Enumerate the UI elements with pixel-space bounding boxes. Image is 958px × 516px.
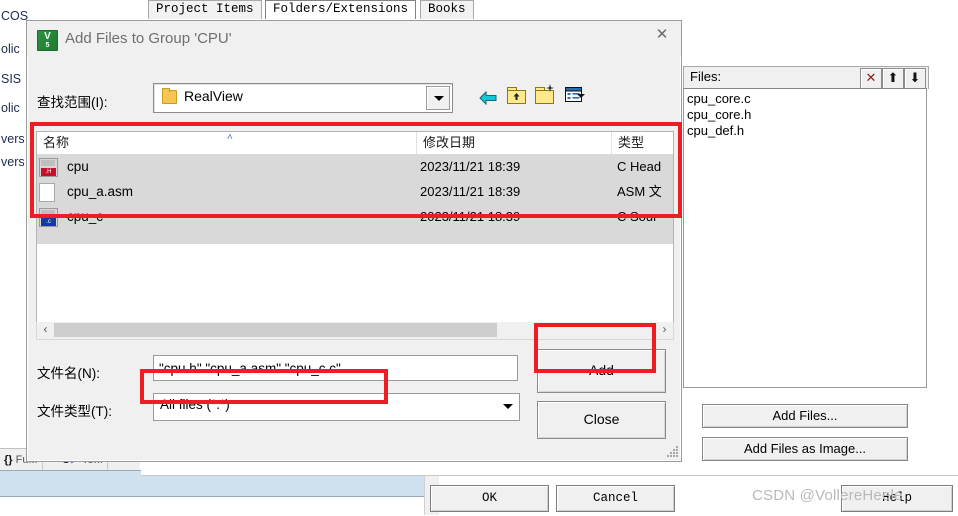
file-list-header: 名称 修改日期 类型 ˄ [37, 132, 673, 155]
footer-separator [141, 475, 958, 476]
dialog-titlebar[interactable]: V5 Add Files to Group 'CPU' ✕ [27, 21, 681, 57]
scroll-left-icon[interactable]: ‹ [37, 322, 54, 337]
braces-icon: {} [4, 454, 13, 466]
file-type: C Sour [617, 209, 658, 224]
add-files-as-image-button[interactable]: Add Files as Image... [702, 437, 908, 461]
table-row[interactable]: .H cpu 2023/11/21 18:39 C Head [37, 154, 673, 179]
up-folder-icon[interactable] [507, 87, 526, 104]
filetype-value: All files (*.*) [160, 397, 230, 412]
chevron-down-icon[interactable] [426, 86, 450, 110]
tab-folders-extensions[interactable]: Folders/Extensions [265, 0, 417, 19]
file-list[interactable]: 名称 修改日期 类型 ˄ .H cpu 2023/11/21 18:39 C H… [36, 131, 674, 323]
list-item[interactable]: cpu_core.c [687, 91, 926, 107]
files-listbox[interactable]: cpu_core.c cpu_core.h cpu_def.h [683, 88, 927, 388]
close-button[interactable]: Close [537, 401, 666, 439]
column-header-date[interactable]: 修改日期 [417, 132, 612, 154]
file-list-rows[interactable]: .H cpu 2023/11/21 18:39 C Head cpu_a.asm… [37, 154, 673, 244]
back-arrow-icon[interactable] [479, 90, 497, 106]
ok-button[interactable]: OK [430, 485, 549, 512]
column-header-type[interactable]: 类型 [612, 132, 673, 154]
delete-file-icon[interactable]: ✕ [860, 68, 882, 89]
file-date: 2023/11/21 18:39 [420, 184, 521, 199]
list-item[interactable]: cpu_def.h [687, 123, 926, 139]
uvision-logo-icon: V5 [37, 30, 58, 51]
file-name: cpu_c [67, 209, 104, 224]
table-row[interactable]: cpu_a.asm 2023/11/21 18:39 ASM 文 [37, 179, 673, 204]
filename-label: 文件名(N): [37, 366, 100, 381]
add-files-dialog: V5 Add Files to Group 'CPU' ✕ 查找范围(I): R… [26, 20, 682, 462]
new-folder-icon[interactable] [535, 84, 554, 104]
table-row[interactable]: .c cpu_c 2023/11/21 18:39 C Sour [37, 204, 673, 229]
lookin-value: RealView [184, 88, 243, 104]
move-up-icon[interactable]: ⬆ [882, 68, 904, 89]
file-type-combo[interactable]: All files (*.*) [153, 393, 520, 421]
sort-ascending-icon: ˄ [227, 132, 233, 143]
files-label: Files: [690, 69, 722, 84]
project-items-tabstrip: Project Items Folders/Extensions Books [140, 0, 958, 19]
file-type: ASM 文 [617, 184, 662, 199]
add-files-button[interactable]: Add Files... [702, 404, 908, 428]
cancel-button[interactable]: Cancel [556, 485, 675, 512]
tab-project-items[interactable]: Project Items [148, 0, 262, 19]
watermark-text: CSDN @VollereHeele [752, 487, 903, 504]
move-down-icon[interactable]: ⬇ [904, 68, 926, 89]
views-icon[interactable] [565, 87, 585, 106]
tab-books[interactable]: Books [420, 0, 474, 19]
horizontal-scrollbar[interactable]: ‹ › [36, 322, 674, 340]
lookin-combobox[interactable]: RealView [153, 83, 453, 113]
filetype-label: 文件类型(T): [37, 404, 112, 419]
filename-input[interactable]: "cpu.h" "cpu_a.asm" "cpu_c.c" [153, 355, 518, 381]
file-date: 2023/11/21 18:39 [420, 209, 521, 224]
scrollbar-thumb[interactable] [54, 323, 497, 337]
chevron-down-icon[interactable] [497, 396, 517, 416]
add-button[interactable]: Add [537, 349, 666, 393]
resize-grip[interactable] [666, 446, 679, 459]
file-name: cpu_a.asm [67, 184, 134, 199]
dialog-title: Add Files to Group 'CPU' [65, 30, 232, 47]
file-type: C Head [617, 159, 662, 174]
close-icon[interactable]: ✕ [643, 21, 681, 49]
list-item[interactable]: cpu_core.h [687, 107, 926, 123]
file-name: cpu [67, 159, 89, 174]
folder-icon [162, 88, 177, 104]
scroll-right-icon[interactable]: › [656, 322, 673, 337]
file-date: 2023/11/21 18:39 [420, 159, 521, 174]
lookin-label: 查找范围(I): [37, 95, 108, 110]
